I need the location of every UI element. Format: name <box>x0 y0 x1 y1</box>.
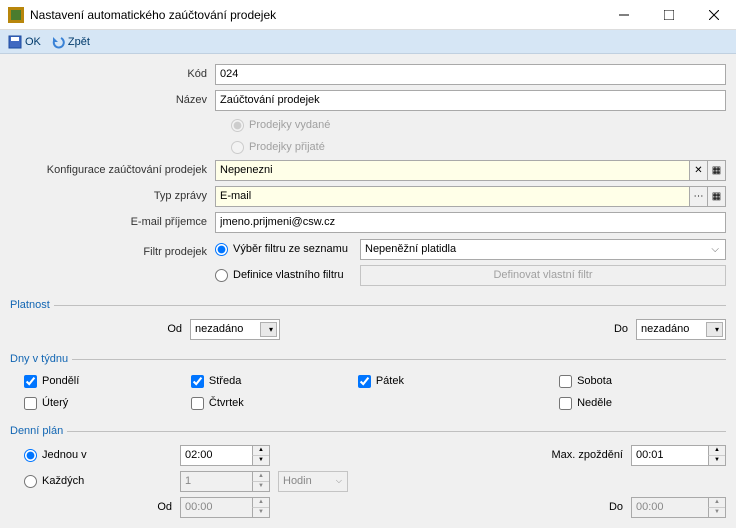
email-input[interactable] <box>215 212 726 233</box>
ok-button[interactable]: OK <box>4 32 45 52</box>
max-label: Max. zpoždění <box>531 449 631 461</box>
plan-do-label: Do <box>531 501 631 513</box>
plan-jednou-radio[interactable]: Jednou v <box>10 449 180 462</box>
typ-lookup-button[interactable]: ▦ <box>708 186 726 207</box>
minimize-button[interactable] <box>601 0 646 29</box>
platnost-header: Platnost <box>10 294 726 316</box>
day-nedele[interactable]: Neděle <box>559 397 726 410</box>
radio-prijate: Prodejky přijaté <box>231 141 325 154</box>
plan-od-label: Od <box>157 501 172 513</box>
definovat-button: Definovat vlastní filtr <box>360 265 726 286</box>
jednou-time-spinner[interactable]: 02:00▲▼ <box>180 445 270 466</box>
day-streda[interactable]: Středa <box>191 375 358 388</box>
konfig-label: Konfigurace zaúčtování prodejek <box>10 164 215 176</box>
konfig-combo[interactable]: Nepenezni <box>215 160 690 181</box>
platnost-do-label: Do <box>596 323 636 335</box>
filtr-vyber-label: Výběr filtru ze seznamu <box>233 243 348 255</box>
save-icon <box>8 35 22 49</box>
back-label: Zpět <box>68 36 90 48</box>
typ-combo[interactable]: E-mail <box>215 186 690 207</box>
nazev-label: Název <box>10 94 215 106</box>
day-patek[interactable]: Pátek <box>358 375 559 388</box>
spinner-up[interactable]: ▲ <box>708 446 725 456</box>
plan-od-spinner: 00:00▲▼ <box>180 497 270 518</box>
app-icon <box>8 7 24 23</box>
day-utery[interactable]: Úterý <box>24 397 191 410</box>
day-sobota[interactable]: Sobota <box>559 375 726 388</box>
spinner-down[interactable]: ▼ <box>252 456 269 465</box>
back-button[interactable]: Zpět <box>47 32 94 52</box>
filtr-def-radio[interactable] <box>215 269 228 282</box>
plan-kazdych-radio[interactable]: Každých <box>10 475 180 488</box>
undo-icon <box>51 35 65 49</box>
plan-do-spinner: 00:00▲▼ <box>631 497 726 518</box>
kod-label: Kód <box>10 68 215 80</box>
dny-header: Dny v týdnu <box>10 348 726 370</box>
filtr-vyber-radio[interactable] <box>215 243 228 256</box>
close-button[interactable] <box>691 0 736 29</box>
konfig-lookup-button[interactable]: ▦ <box>708 160 726 181</box>
kazdych-spinner: 1▲▼ <box>180 471 270 492</box>
konfig-clear-button[interactable]: ✕ <box>690 160 708 181</box>
typ-label: Typ zprávy <box>10 190 215 202</box>
filtr-list-combo[interactable]: Nepeněžní platidla <box>360 239 726 260</box>
kod-input[interactable] <box>215 64 726 85</box>
ok-label: OK <box>25 36 41 48</box>
plan-header: Denní plán <box>10 420 726 442</box>
filtr-def-label: Definice vlastního filtru <box>233 269 344 281</box>
maximize-button[interactable] <box>646 0 691 29</box>
radio-vydane: Prodejky vydané <box>231 119 330 132</box>
platnost-od-label: Od <box>10 323 190 335</box>
spinner-down[interactable]: ▼ <box>708 456 725 465</box>
max-spinner[interactable]: 00:01▲▼ <box>631 445 726 466</box>
toolbar: OK Zpět <box>0 30 736 54</box>
typ-more-button[interactable]: ⋯ <box>690 186 708 207</box>
filtr-label-text: Filtr prodejek <box>10 246 215 258</box>
day-ctvrtek[interactable]: Čtvrtek <box>191 397 358 410</box>
platnost-do-combo[interactable]: nezadáno▾ <box>636 319 726 340</box>
nazev-input[interactable] <box>215 90 726 111</box>
platnost-od-combo[interactable]: nezadáno▾ <box>190 319 280 340</box>
titlebar: Nastavení automatického zaúčtování prode… <box>0 0 736 30</box>
spinner-up[interactable]: ▲ <box>252 446 269 456</box>
email-label: E-mail příjemce <box>10 216 215 228</box>
day-pondeli[interactable]: Pondělí <box>24 375 191 388</box>
hodin-combo: Hodin <box>278 471 348 492</box>
window-title: Nastavení automatického zaúčtování prode… <box>30 8 601 22</box>
